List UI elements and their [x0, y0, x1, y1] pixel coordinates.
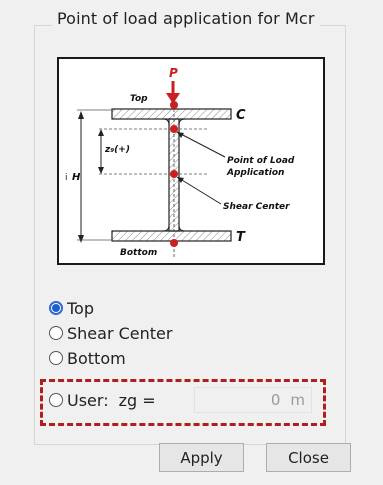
- bottom-flange: [111, 230, 232, 242]
- h-arrow-down-icon: [78, 235, 84, 243]
- h-tick: i: [65, 173, 68, 183]
- load-point-icon: [170, 125, 178, 133]
- fillet: [178, 224, 186, 232]
- apply-button[interactable]: Apply: [159, 443, 244, 472]
- shear-leader: [176, 176, 222, 205]
- application-label: Application: [226, 168, 284, 178]
- zg-arrow-up-icon: [98, 129, 104, 136]
- radio-option-shear-center[interactable]: Shear Center: [49, 322, 172, 344]
- h-arrow-up-icon: [78, 111, 84, 119]
- radio-label-shear-center: Shear Center: [67, 323, 173, 343]
- top-flange: [111, 108, 232, 120]
- ibeam-diagram: P i H z₉(+) Top Bottom C T Point of Load…: [57, 57, 325, 265]
- radio-unchecked-icon[interactable]: [49, 351, 63, 365]
- radio-label-bottom: Bottom: [67, 348, 126, 368]
- radio-option-bottom[interactable]: Bottom: [49, 347, 126, 369]
- radio-checked-icon[interactable]: [49, 301, 63, 315]
- t-label: T: [236, 230, 246, 245]
- user-option-highlight: [40, 379, 326, 426]
- fillet: [162, 224, 170, 232]
- radio-option-top[interactable]: Top: [49, 297, 94, 319]
- zg-arrow-down-icon: [98, 167, 104, 174]
- fillet: [162, 118, 170, 126]
- group-title: Point of load application for Mcr: [52, 9, 320, 28]
- radio-label-top: Top: [67, 298, 94, 318]
- shear-center-point-icon: [170, 170, 178, 178]
- c-label: C: [236, 108, 246, 123]
- top-label: Top: [130, 94, 148, 104]
- bottom-label: Bottom: [120, 248, 157, 258]
- top-point-icon: [170, 101, 178, 109]
- close-button[interactable]: Close: [266, 443, 351, 472]
- load-leader: [176, 131, 226, 158]
- ibeam-diagram-svg: P i H z₉(+) Top Bottom C T Point of Load…: [65, 66, 295, 259]
- load-p-label: P: [169, 66, 178, 80]
- zg-label: z₉(+): [104, 145, 130, 155]
- bottom-point-icon: [170, 239, 178, 247]
- point-of-load-label: Point of Load: [227, 156, 295, 166]
- radio-unchecked-icon[interactable]: [49, 326, 63, 340]
- shear-center-label: Shear Center: [223, 202, 290, 212]
- h-label: H: [72, 172, 81, 183]
- fillet: [178, 118, 186, 126]
